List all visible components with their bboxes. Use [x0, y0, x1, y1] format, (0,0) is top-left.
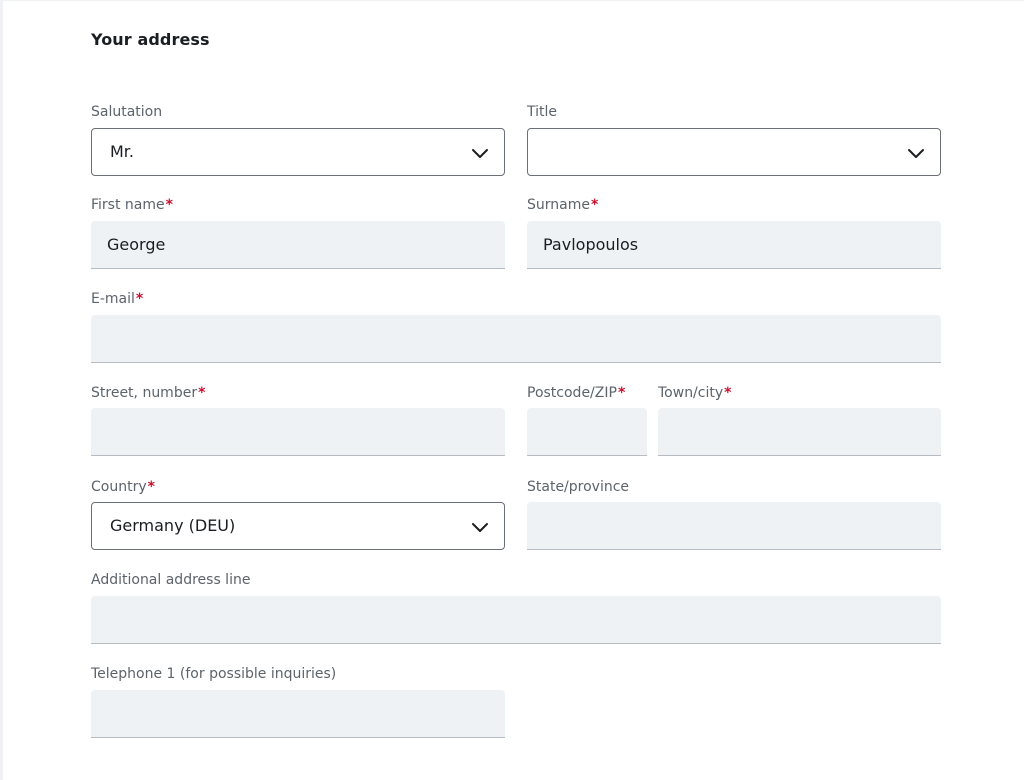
salutation-value: Mr. — [110, 142, 134, 161]
town-label: Town/city* — [658, 384, 731, 402]
postcode-field[interactable] — [527, 408, 647, 456]
country-label-text: Country — [91, 479, 147, 495]
title-label: Title — [527, 103, 557, 121]
country-select[interactable]: Germany (DEU) — [91, 502, 505, 550]
salutation-label: Salutation — [91, 103, 162, 121]
email-field[interactable] — [91, 315, 941, 363]
surname-field[interactable]: Pavlopoulos — [527, 221, 941, 269]
surname-value: Pavlopoulos — [543, 235, 639, 254]
country-value: Germany (DEU) — [110, 516, 236, 535]
section-title: Your address — [91, 30, 210, 49]
required-marker: * — [724, 385, 732, 401]
town-field[interactable] — [658, 408, 941, 456]
required-marker: * — [147, 479, 155, 495]
surname-label: Surname* — [527, 196, 598, 214]
chevron-down-icon — [908, 149, 924, 158]
telephone-label: Telephone 1 (for possible inquiries) — [91, 665, 336, 683]
additional-address-field[interactable] — [91, 596, 941, 644]
required-marker: * — [198, 385, 206, 401]
title-label-text: Title — [527, 104, 558, 120]
street-label-text: Street, number — [91, 385, 198, 401]
first-name-label-text: First name — [91, 197, 165, 213]
surname-label-text: Surname — [527, 197, 590, 213]
salutation-select[interactable]: Mr. — [91, 128, 505, 176]
required-marker: * — [135, 291, 144, 307]
street-label: Street, number* — [91, 384, 205, 402]
additional-label: Additional address line — [91, 571, 250, 589]
postcode-label: Postcode/ZIP* — [527, 384, 625, 402]
title-select[interactable] — [527, 128, 941, 176]
email-label-text: E-mail — [91, 291, 135, 307]
chevron-down-icon — [472, 149, 488, 158]
required-marker: * — [617, 385, 626, 401]
first-name-value: George — [107, 235, 166, 254]
telephone-label-text: Telephone 1 (for possible inquiries) — [91, 666, 337, 682]
country-label: Country* — [91, 478, 155, 496]
state-label: State/province — [527, 478, 629, 496]
town-label-text: Town/city — [658, 385, 724, 401]
required-marker: * — [165, 197, 173, 213]
street-field[interactable] — [91, 408, 505, 456]
additional-label-text: Additional address line — [91, 572, 251, 588]
state-field[interactable] — [527, 502, 941, 550]
postcode-label-text: Postcode/ZIP — [527, 385, 617, 401]
first-name-label: First name* — [91, 196, 173, 214]
first-name-field[interactable]: George — [91, 221, 505, 269]
chevron-down-icon — [472, 523, 488, 532]
telephone-field[interactable] — [91, 690, 505, 738]
email-label: E-mail* — [91, 290, 143, 308]
required-marker: * — [590, 197, 599, 213]
salutation-label-text: Salutation — [91, 104, 163, 120]
address-form: Your address Salutation Mr. Title First … — [0, 0, 1024, 780]
state-label-text: State/province — [527, 479, 630, 495]
